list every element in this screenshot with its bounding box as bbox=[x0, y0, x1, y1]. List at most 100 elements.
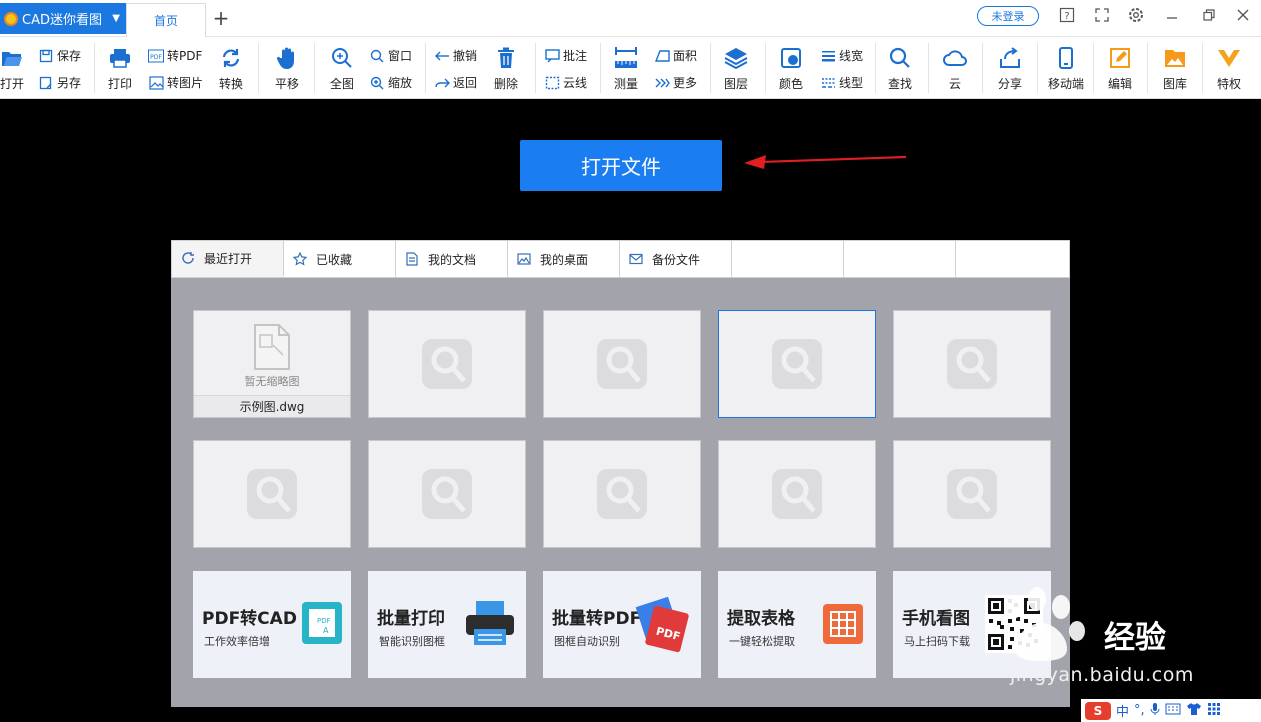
promo-subtitle: 马上扫码下载 bbox=[904, 635, 970, 648]
to-pdf-button[interactable]: PDF 转PDF bbox=[148, 47, 202, 64]
help-icon[interactable]: ? bbox=[1058, 6, 1076, 24]
cloud-line-button[interactable]: 云线 bbox=[544, 74, 587, 91]
undo-icon bbox=[434, 48, 450, 64]
ime-mode[interactable]: 中 bbox=[1116, 701, 1129, 720]
toolbox-icon[interactable] bbox=[1207, 702, 1221, 720]
tab-my-desktop[interactable]: 我的桌面 bbox=[508, 241, 620, 277]
annotate-button[interactable]: 批注 bbox=[544, 47, 587, 64]
empty-file-slot bbox=[893, 440, 1051, 548]
edit-button[interactable]: 编辑 bbox=[1104, 37, 1136, 92]
close-icon[interactable] bbox=[1234, 6, 1252, 24]
app-logo-icon bbox=[4, 11, 18, 26]
restore-icon[interactable] bbox=[1200, 6, 1218, 24]
keyboard-icon[interactable] bbox=[1165, 703, 1181, 719]
undo-button[interactable]: 撤销 bbox=[434, 47, 477, 64]
panel-tab-bar: 最近打开 已收藏 我的文档 我的桌面 备份文件 bbox=[171, 240, 1070, 278]
line-width-button[interactable]: 线宽 bbox=[820, 47, 863, 64]
more-button[interactable]: 更多 bbox=[654, 74, 697, 91]
promo-extract-table[interactable]: 提取表格 一键轻松提取 bbox=[718, 571, 876, 678]
microphone-icon[interactable] bbox=[1150, 702, 1160, 720]
save-as-button[interactable]: 另存 bbox=[38, 74, 81, 91]
skin-icon[interactable] bbox=[1186, 702, 1202, 720]
tab-my-documents[interactable]: 我的文档 bbox=[396, 241, 508, 277]
placeholder-icon bbox=[772, 339, 822, 389]
tab-recent[interactable]: 最近打开 bbox=[172, 241, 284, 277]
tab-home[interactable]: 首页 bbox=[126, 3, 206, 37]
cloud-button[interactable]: 云 bbox=[939, 37, 971, 92]
line-type-button[interactable]: 线型 bbox=[820, 74, 863, 91]
gallery-button[interactable]: 图库 bbox=[1159, 37, 1191, 92]
mobile-icon bbox=[1054, 46, 1078, 70]
tab-favorites[interactable]: 已收藏 bbox=[284, 241, 396, 277]
to-image-button[interactable]: 转图片 bbox=[148, 74, 203, 91]
share-button[interactable]: 分享 bbox=[994, 37, 1026, 92]
ribbon-divider bbox=[314, 43, 315, 93]
mobile-button[interactable]: 移动端 bbox=[1048, 37, 1084, 92]
promo-batch-to-pdf[interactable]: 批量转PDF 图框自动识别 PDF bbox=[543, 571, 701, 678]
svg-text:PDF: PDF bbox=[150, 54, 162, 61]
search-icon bbox=[888, 46, 912, 70]
ribbon-toolbar: 打开 保存 另存 打印 PDF 转PDF 转图片 转换 平移 全图 窗口 缩放 bbox=[0, 37, 1261, 99]
delete-button[interactable]: 删除 bbox=[490, 37, 522, 92]
convert-button[interactable]: 转换 bbox=[215, 37, 247, 92]
svg-text:?: ? bbox=[1064, 11, 1069, 22]
undo-label: 撤销 bbox=[453, 49, 478, 63]
punctuation-mode[interactable]: °, bbox=[1134, 703, 1145, 718]
print-button[interactable]: 打印 bbox=[104, 37, 136, 92]
open-label: 打开 bbox=[0, 77, 24, 91]
minimize-icon[interactable] bbox=[1163, 6, 1181, 24]
save-as-label: 另存 bbox=[57, 76, 82, 90]
back-button[interactable]: 返回 bbox=[434, 74, 477, 91]
chevron-down-icon[interactable]: ▼ bbox=[112, 13, 120, 24]
settings-icon[interactable] bbox=[1127, 6, 1145, 24]
add-tab-button[interactable]: + bbox=[210, 6, 232, 30]
privilege-label: 特权 bbox=[1216, 77, 1241, 91]
ruler-icon bbox=[614, 46, 638, 70]
gallery-label: 图库 bbox=[1162, 77, 1187, 91]
title-bar: CAD迷你看图 ▼ 首页 + 未登录 ? bbox=[0, 0, 1261, 37]
mail-icon bbox=[628, 251, 644, 267]
ribbon-divider bbox=[1202, 43, 1203, 93]
app-menu-tab[interactable]: CAD迷你看图 ▼ bbox=[0, 3, 126, 34]
tab-label: 我的文档 bbox=[428, 252, 477, 267]
recent-files-panel: 最近打开 已收藏 我的文档 我的桌面 备份文件 暂无缩略图 示例图.dwg PD… bbox=[171, 240, 1070, 707]
zoom-window-icon bbox=[369, 48, 385, 64]
promo-title: 手机看图 bbox=[902, 609, 970, 629]
open-button[interactable]: 打开 bbox=[0, 37, 28, 92]
placeholder-icon bbox=[597, 339, 647, 389]
tab-backup-files[interactable]: 备份文件 bbox=[620, 241, 732, 277]
promo-pdf-to-cad[interactable]: PDF转CAD 工作效率倍增 PDF A bbox=[193, 571, 351, 678]
empty-file-slot bbox=[368, 440, 526, 548]
layers-button[interactable]: 图层 bbox=[720, 37, 752, 92]
color-button[interactable]: 颜色 bbox=[775, 37, 807, 92]
privilege-button[interactable]: 特权 bbox=[1213, 37, 1245, 92]
pan-button[interactable]: 平移 bbox=[271, 37, 303, 92]
trash-icon bbox=[494, 46, 518, 70]
sogou-ime-icon[interactable]: S bbox=[1085, 701, 1111, 720]
annotate-label: 批注 bbox=[563, 49, 588, 63]
image-icon bbox=[148, 75, 164, 91]
find-button[interactable]: 查找 bbox=[884, 37, 916, 92]
line-width-icon bbox=[820, 48, 836, 64]
document-icon bbox=[404, 251, 420, 267]
open-file-button[interactable]: 打开文件 bbox=[520, 140, 722, 191]
recent-file-card[interactable]: 暂无缩略图 示例图.dwg bbox=[193, 310, 351, 418]
area-button[interactable]: 面积 bbox=[654, 47, 697, 64]
promo-batch-print[interactable]: 批量打印 智能识别图框 bbox=[368, 571, 526, 678]
fullscreen-icon[interactable] bbox=[1093, 6, 1111, 24]
measure-button[interactable]: 测量 bbox=[610, 37, 642, 92]
window-zoom-button[interactable]: 窗口 bbox=[369, 47, 412, 64]
save-icon bbox=[38, 48, 54, 64]
save-button[interactable]: 保存 bbox=[38, 47, 81, 64]
svg-text:PDF: PDF bbox=[317, 617, 331, 625]
tab-label: 我的桌面 bbox=[540, 252, 589, 267]
find-label: 查找 bbox=[887, 77, 912, 91]
full-view-button[interactable]: 全图 bbox=[326, 37, 358, 92]
promo-subtitle: 工作效率倍增 bbox=[204, 635, 270, 648]
convert-icon bbox=[219, 46, 243, 70]
back-label: 返回 bbox=[453, 76, 478, 90]
login-button[interactable]: 未登录 bbox=[977, 6, 1039, 26]
ribbon-divider bbox=[875, 43, 876, 93]
watermark-brand: 经验 bbox=[1104, 620, 1166, 656]
zoom-button[interactable]: 缩放 bbox=[369, 74, 412, 91]
